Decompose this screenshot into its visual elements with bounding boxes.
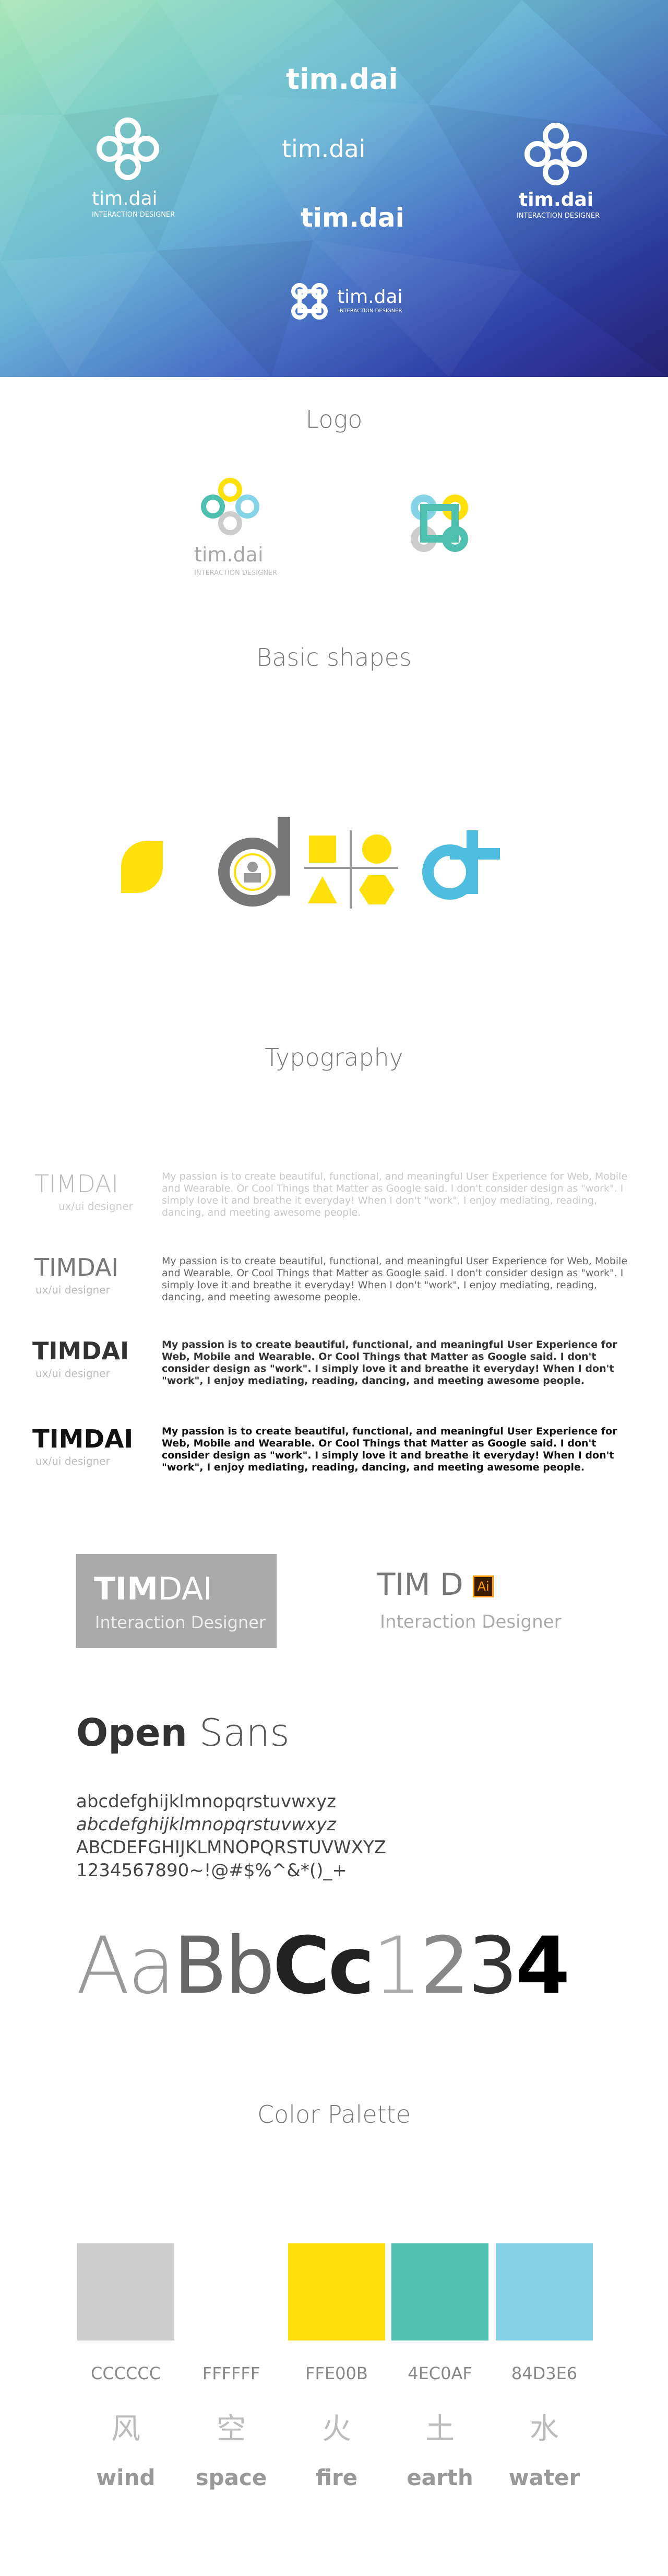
color-swatch-earth (391, 2243, 488, 2340)
weight-showcase: AaBbCc1234 (76, 1927, 570, 2005)
hero-wordmark-right: tim.dai (519, 189, 594, 210)
element-label-water: water (508, 2465, 580, 2490)
weight-cc: Cc (272, 1921, 375, 2012)
type-sample-2-sub: ux/ui designer (35, 1284, 110, 1296)
type-sample-4-sub: ux/ui designer (35, 1455, 110, 1467)
type-sample-4-text: My passion is to create beautiful, funct… (162, 1426, 617, 1473)
element-glyph-water: 水 (530, 2412, 559, 2446)
weight-3: 3 (468, 1921, 518, 2012)
font-name-light: Sans (199, 1711, 290, 1755)
logo-tagline: INTERACTION DESIGNER (194, 569, 278, 577)
weight-bb: Bb (173, 1921, 275, 2012)
d-letter-shape (218, 817, 290, 907)
color-swatch-space (183, 2243, 280, 2340)
hero-wordmark-2: tim.dai (282, 135, 366, 163)
element-glyph-earth: 土 (425, 2412, 455, 2446)
command-logo-icon (291, 283, 328, 320)
element-label-earth: earth (407, 2465, 473, 2490)
badge-light-text: DAI (158, 1571, 212, 1607)
basic-shapes-group (121, 817, 500, 909)
color-hex-water: 84D3E6 (511, 2363, 578, 2383)
section-title-typography: Typography (265, 1043, 403, 1072)
color-swatch-water (496, 2243, 593, 2340)
color-swatch-wind (77, 2243, 174, 2340)
hero-wordmark-3: tim.dai (301, 203, 404, 233)
glyphs-lower: abcdefghijklmnopqrstuvwxyz (76, 1791, 336, 1812)
weight-4: 4 (515, 1921, 570, 2012)
timdai-gray-badge: TIMDAI Interaction Designer (76, 1554, 277, 1648)
element-label-space: space (195, 2465, 267, 2490)
color-hex-fire: FFE00B (305, 2363, 368, 2383)
d-plus-shape (422, 830, 500, 900)
section-title-shapes: Basic shapes (256, 643, 412, 672)
badge-bold-text: TIM (94, 1571, 158, 1607)
color-hex-earth: 4EC0AF (408, 2363, 472, 2383)
badge-right-sub: Interaction Designer (380, 1612, 562, 1632)
hero-wordmark-left: tim.dai (92, 188, 158, 209)
knot-logo-icon-right (524, 123, 587, 185)
leaf-shape (121, 841, 163, 893)
knot-logo-icon (97, 117, 159, 180)
color-hex-wind: CCCCCC (90, 2363, 161, 2383)
element-label-fire: fire (315, 2465, 358, 2490)
element-label-wind: wind (96, 2465, 156, 2490)
color-knot-logo-icon (201, 478, 259, 535)
hero-tagline-small: INTERACTION DESIGNER (338, 308, 402, 314)
element-glyph-space: 空 (217, 2412, 246, 2446)
font-name: Open Sans (76, 1711, 290, 1755)
command-color-logo-icon (411, 495, 468, 552)
section-title-logo: Logo (305, 405, 363, 433)
glyphs-upper: ABCDEFGHIJKLMNOPQRSTUVWXYZ (76, 1837, 387, 1858)
icon-grid-shape (304, 830, 398, 909)
weight-2: 2 (420, 1921, 470, 2012)
hero-wordmark-4: tim.dai (337, 286, 403, 308)
badge-sub: Interaction Designer (95, 1613, 266, 1632)
color-swatch-fire (288, 2243, 385, 2340)
section-title-palette: Color Palette (257, 2100, 411, 2128)
badge-right-name: TIM D Ai (377, 1567, 494, 1602)
glyphs-lower-italic: abcdefghijklmnopqrstuvwxyz (76, 1814, 336, 1835)
type-sample-3-name: TIMDAI (32, 1337, 129, 1365)
glyphs-digits: 1234567890~!@#$%^&*()_+ (76, 1860, 347, 1881)
type-sample-1-sub: ux/ui designer (58, 1200, 133, 1213)
hero-tagline-left: INTERACTION DESIGNER (92, 211, 175, 219)
type-sample-4-name: TIMDAI (32, 1425, 134, 1454)
type-sample-1-text: My passion is to create beautiful, funct… (162, 1171, 628, 1218)
logo-wordmark: tim.dai (194, 543, 264, 566)
element-glyph-wind: 风 (111, 2412, 140, 2446)
element-glyph-fire: 火 (322, 2412, 351, 2446)
color-hex-space: FFFFFF (202, 2363, 260, 2383)
font-name-bold: Open (76, 1711, 187, 1755)
hero-tagline-right: INTERACTION DESIGNER (517, 212, 600, 220)
type-sample-1-name: TIMDAI (34, 1170, 118, 1198)
weight-1: 1 (372, 1921, 422, 2012)
type-sample-3-sub: ux/ui designer (35, 1367, 110, 1380)
weight-aa: Aa (76, 1921, 176, 2012)
hero-wordmark-1: tim.dai (286, 63, 398, 96)
badge-right-name-text: TIM D (377, 1567, 463, 1602)
type-sample-2-name: TIMDAI (34, 1253, 118, 1281)
hero-banner: tim.dai INTERACTION DESIGNER tim.dai INT… (0, 0, 668, 377)
type-sample-2-text: My passion is to create beautiful, funct… (162, 1255, 628, 1303)
type-sample-3-text: My passion is to create beautiful, funct… (162, 1339, 617, 1386)
illustrator-icon: Ai (473, 1575, 494, 1597)
